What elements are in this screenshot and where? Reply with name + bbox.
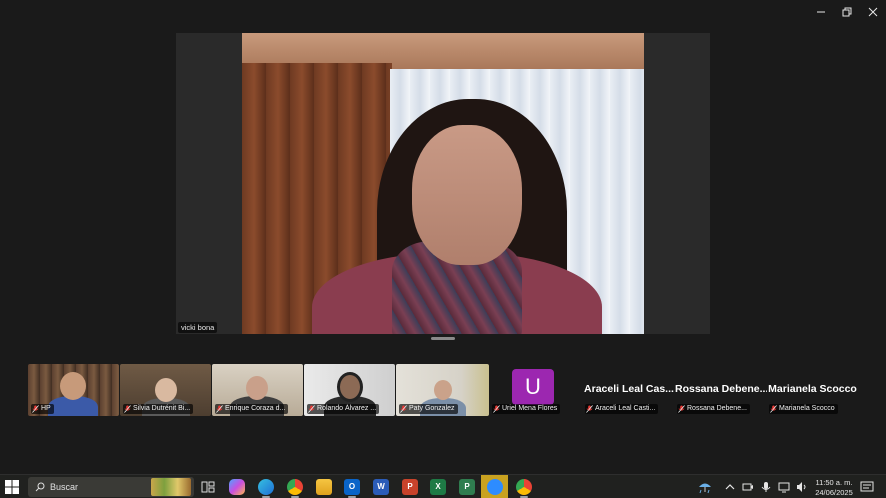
task-view-icon[interactable]: [200, 479, 216, 495]
active-speaker-video[interactable]: [176, 33, 710, 334]
participant-name: Rolando Álvarez ...: [317, 405, 377, 412]
participant-name: Rossana Debene...: [687, 405, 747, 412]
participant-label: Rossana Debene...: [677, 404, 750, 414]
project-icon[interactable]: P: [459, 479, 475, 495]
speaker-camera-feed: [242, 33, 644, 334]
search-highlight-illustration: [151, 478, 191, 496]
participant-tile[interactable]: Paty Gonzalez: [396, 364, 489, 416]
participant-name: Silvia Dutrénit Bi...: [133, 405, 191, 412]
participant-gallery: HP Silvia Dutrénit Bi... Enrique Coraza …: [28, 364, 858, 416]
participant-label: Araceli Leal Casti...: [585, 404, 659, 414]
participant-face: [246, 376, 268, 400]
mic-off-icon: [493, 405, 500, 413]
chevron-up-icon[interactable]: [724, 480, 736, 494]
avatar: U: [512, 369, 554, 405]
clock-date: 24/06/2025: [815, 487, 853, 497]
participant-tile[interactable]: Marianela Scocco Marianela Scocco: [767, 364, 858, 416]
participant-face: [434, 380, 452, 400]
excel-icon[interactable]: X: [430, 479, 446, 495]
participant-face: [337, 372, 363, 402]
outlook-icon[interactable]: O: [344, 479, 360, 495]
volume-icon[interactable]: [796, 480, 808, 494]
mic-off-icon: [32, 405, 39, 413]
participant-tile[interactable]: Rossana Debene... Rossana Debene...: [675, 364, 767, 416]
restore-button[interactable]: [834, 0, 860, 24]
mic-off-icon: [586, 405, 593, 413]
participant-display-name: Rossana Debene...: [675, 383, 767, 395]
participant-label: Rolando Álvarez ...: [307, 404, 380, 414]
file-explorer-icon[interactable]: [316, 479, 332, 495]
mic-off-icon: [124, 405, 131, 413]
notification-icon[interactable]: [860, 480, 874, 494]
participant-tile[interactable]: Rolando Álvarez ...: [304, 364, 395, 416]
meeting-share-icon[interactable]: [742, 480, 754, 494]
participant-tile[interactable]: Enrique Coraza d...: [212, 364, 303, 416]
participant-label: Paty Gonzalez: [399, 404, 458, 414]
participant-tile[interactable]: Silvia Dutrénit Bi...: [120, 364, 211, 416]
powerpoint-icon[interactable]: P: [402, 479, 418, 495]
copilot-icon[interactable]: [229, 479, 245, 495]
participant-face: [155, 378, 177, 402]
participant-tile[interactable]: U Uriel Mena Flores: [490, 364, 582, 416]
participant-tile[interactable]: Araceli Leal Cas... Araceli Leal Casti..…: [583, 364, 675, 416]
system-clock[interactable]: 11:50 a. m. 24/06/2025: [810, 478, 858, 497]
participant-name: HP: [41, 405, 51, 412]
microphone-icon[interactable]: [760, 480, 772, 494]
zoom-icon[interactable]: [487, 479, 503, 495]
mic-off-icon: [678, 405, 685, 413]
minimize-button[interactable]: [808, 0, 834, 24]
mic-off-icon: [308, 405, 315, 413]
participant-display-name: Araceli Leal Cas...: [584, 383, 674, 395]
participant-face: [60, 372, 86, 400]
mic-off-icon: [400, 405, 407, 413]
participant-label: Marianela Scocco: [769, 404, 838, 414]
participant-label: Silvia Dutrénit Bi...: [123, 404, 194, 414]
minimize-icon: [817, 11, 825, 13]
taskbar-search[interactable]: Buscar: [28, 477, 194, 497]
mic-off-icon: [216, 405, 223, 413]
chrome-profile-icon[interactable]: [516, 479, 532, 495]
window-controls: [808, 0, 886, 24]
close-button[interactable]: [860, 0, 886, 24]
close-icon: [868, 7, 878, 17]
speaker-face: [412, 125, 522, 265]
participant-tile[interactable]: HP: [28, 364, 119, 416]
restore-icon: [842, 7, 852, 17]
participant-name: Paty Gonzalez: [409, 405, 455, 412]
clock-time: 11:50 a. m.: [815, 478, 853, 487]
search-icon: [35, 482, 45, 492]
chrome-icon[interactable]: [287, 479, 303, 495]
mic-off-icon: [770, 405, 777, 413]
search-placeholder: Buscar: [50, 482, 79, 492]
edge-icon[interactable]: [258, 479, 274, 495]
participant-display-name: Marianela Scocco: [768, 383, 857, 395]
participant-label: Enrique Coraza d...: [215, 404, 289, 414]
participant-name: Uriel Mena Flores: [502, 405, 558, 412]
participant-name: Marianela Scocco: [779, 405, 835, 412]
resize-handle[interactable]: [431, 337, 455, 340]
speaker-name-tag: vicki bona: [178, 322, 218, 333]
participant-name: Araceli Leal Casti...: [595, 405, 656, 412]
word-icon[interactable]: W: [373, 479, 389, 495]
participant-name: Enrique Coraza d...: [225, 405, 286, 412]
zoom-meeting-window: vicki bona HP Silvia Dutrénit Bi... Enri…: [0, 0, 886, 498]
weather-icon[interactable]: [697, 480, 713, 494]
participant-label: Uriel Mena Flores: [492, 404, 561, 414]
network-icon[interactable]: [778, 480, 790, 494]
participant-label: HP: [31, 404, 54, 414]
windows-start-icon[interactable]: [5, 480, 19, 494]
windows-taskbar: Buscar O W P X P 11:50 a. m. 24/06/2025: [0, 474, 886, 498]
